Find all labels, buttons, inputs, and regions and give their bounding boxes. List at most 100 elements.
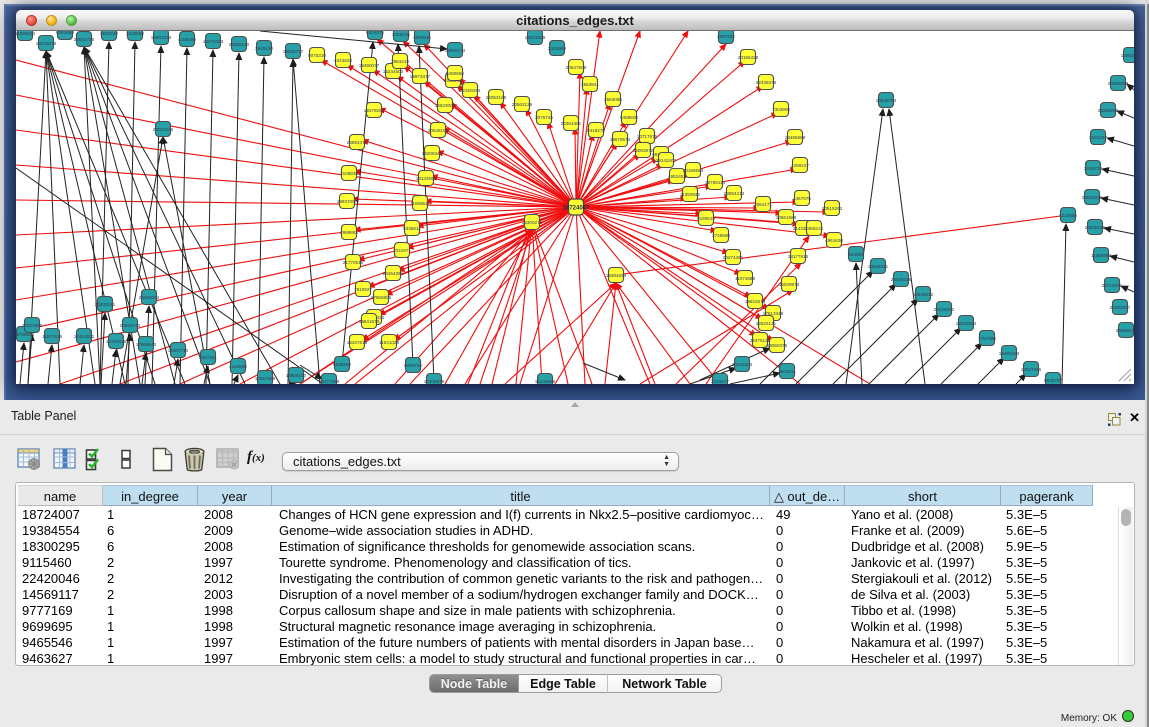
svg-text:3215956: 3215956 <box>1059 213 1077 218</box>
svg-text:24894472: 24894472 <box>347 140 368 145</box>
svg-text:4269227: 4269227 <box>791 163 809 168</box>
svg-text:11074688: 11074688 <box>735 276 756 281</box>
svg-text:4140560: 4140560 <box>229 364 247 369</box>
svg-text:10057659: 10057659 <box>255 376 276 381</box>
svg-text:20555120: 20555120 <box>229 42 250 47</box>
svg-text:23285250: 23285250 <box>1098 108 1119 113</box>
svg-text:24330241: 24330241 <box>95 302 116 307</box>
svg-text:19937057: 19937057 <box>337 199 358 204</box>
svg-text:7910827: 7910827 <box>354 287 372 292</box>
svg-text:2563055: 2563055 <box>604 97 622 102</box>
svg-text:15550734: 15550734 <box>445 48 466 53</box>
svg-text:2315577: 2315577 <box>711 379 729 384</box>
svg-text:15063972: 15063972 <box>633 148 654 153</box>
svg-text:3343959: 3343959 <box>548 46 566 51</box>
svg-text:17406879: 17406879 <box>424 379 445 384</box>
svg-text:3746598: 3746598 <box>712 233 730 238</box>
svg-text:17665640: 17665640 <box>136 342 157 347</box>
svg-text:20053346: 20053346 <box>153 127 174 132</box>
svg-text:3181037: 3181037 <box>1089 135 1107 140</box>
svg-text:20227559: 20227559 <box>22 323 43 328</box>
svg-text:13495588: 13495588 <box>785 135 806 140</box>
svg-text:24454361: 24454361 <box>383 271 404 276</box>
svg-text:15244500: 15244500 <box>383 69 404 74</box>
svg-text:14248078: 14248078 <box>36 41 57 46</box>
svg-text:15029873: 15029873 <box>779 282 800 287</box>
svg-text:24388850: 24388850 <box>1108 81 1129 86</box>
svg-text:18177615: 18177615 <box>788 254 809 259</box>
svg-text:1757086: 1757086 <box>978 336 996 341</box>
svg-text:20943743: 20943743 <box>120 323 141 328</box>
svg-text:2087682: 2087682 <box>717 34 735 39</box>
svg-text:12750036: 12750036 <box>106 339 127 344</box>
svg-text:18724007: 18724007 <box>563 206 590 212</box>
svg-text:20166438: 20166438 <box>738 55 759 60</box>
svg-text:23421603: 23421603 <box>732 362 753 367</box>
svg-text:20156684: 20156684 <box>683 168 704 173</box>
svg-text:19384554: 19384554 <box>606 273 627 278</box>
svg-text:18841570: 18841570 <box>359 319 380 324</box>
svg-text:164095: 164095 <box>848 252 864 257</box>
svg-text:19490077: 19490077 <box>359 63 380 68</box>
svg-text:19379254: 19379254 <box>364 108 385 113</box>
svg-text:19678574: 19678574 <box>610 137 631 142</box>
svg-text:15953222: 15953222 <box>1121 53 1134 58</box>
svg-text:18622670: 18622670 <box>745 299 766 304</box>
svg-text:7064171: 7064171 <box>754 202 772 207</box>
svg-text:22160294: 22160294 <box>460 88 481 93</box>
svg-text:11541029: 11541029 <box>379 340 400 345</box>
svg-text:3035728: 3035728 <box>1084 166 1102 171</box>
svg-text:2999883: 2999883 <box>340 230 358 235</box>
svg-text:25046038: 25046038 <box>891 277 912 282</box>
svg-text:9190519: 9190519 <box>697 216 715 221</box>
svg-text:11527619: 11527619 <box>42 334 63 339</box>
svg-text:17656906: 17656906 <box>371 295 392 300</box>
svg-text:10661588: 10661588 <box>776 215 797 220</box>
svg-text:11350932: 11350932 <box>680 192 701 197</box>
svg-text:4457975: 4457975 <box>793 196 811 201</box>
svg-text:2983419: 2983419 <box>391 59 409 64</box>
svg-text:2620223: 2620223 <box>100 31 118 36</box>
svg-text:19799114: 19799114 <box>705 180 726 185</box>
svg-text:21770515: 21770515 <box>343 260 364 265</box>
svg-text:16491923: 16491923 <box>999 351 1020 356</box>
svg-text:8418275: 8418275 <box>587 128 605 133</box>
svg-text:3106848: 3106848 <box>340 171 358 176</box>
svg-text:6638767: 6638767 <box>1044 378 1062 383</box>
svg-text:20648195: 20648195 <box>428 128 449 133</box>
svg-text:15300275: 15300275 <box>522 220 543 225</box>
svg-text:12477488: 12477488 <box>319 379 340 384</box>
svg-text:11866024: 11866024 <box>16 31 35 36</box>
svg-text:25533636: 25533636 <box>1082 195 1103 200</box>
svg-text:23884213: 23884213 <box>724 191 745 196</box>
svg-text:2258145: 2258145 <box>392 32 410 37</box>
svg-text:6535209: 6535209 <box>333 362 351 367</box>
svg-text:20458054: 20458054 <box>139 295 160 300</box>
svg-text:24538166: 24538166 <box>1085 225 1106 230</box>
svg-text:3430558: 3430558 <box>126 31 144 36</box>
svg-text:4043823: 4043823 <box>334 58 352 63</box>
svg-text:13270483: 13270483 <box>203 39 224 44</box>
svg-text:13132690: 13132690 <box>416 176 437 181</box>
svg-text:16307710: 16307710 <box>168 348 189 353</box>
svg-text:18026717: 18026717 <box>283 49 304 54</box>
svg-text:4158480: 4158480 <box>178 37 196 42</box>
svg-text:7031971: 7031971 <box>393 248 411 253</box>
svg-text:15347616: 15347616 <box>347 340 368 345</box>
svg-text:11388699: 11388699 <box>1091 253 1112 258</box>
svg-text:3604511: 3604511 <box>778 369 796 374</box>
svg-text:3883910: 3883910 <box>413 35 431 40</box>
svg-text:3075745: 3075745 <box>535 115 553 120</box>
svg-text:15031529: 15031529 <box>525 35 546 40</box>
svg-text:10549441: 10549441 <box>868 264 889 269</box>
svg-text:16908100: 16908100 <box>286 373 307 378</box>
svg-text:10717675: 10717675 <box>637 134 658 139</box>
svg-text:2663941: 2663941 <box>581 82 599 87</box>
svg-text:16206344: 16206344 <box>422 151 443 156</box>
svg-text:2946120: 2946120 <box>255 46 273 51</box>
svg-text:18981216: 18981216 <box>151 35 172 40</box>
svg-text:20562129: 20562129 <box>512 102 533 107</box>
svg-text:7303905: 7303905 <box>772 107 790 112</box>
svg-text:16623006: 16623006 <box>435 103 456 108</box>
svg-text:20364361: 20364361 <box>561 121 582 126</box>
